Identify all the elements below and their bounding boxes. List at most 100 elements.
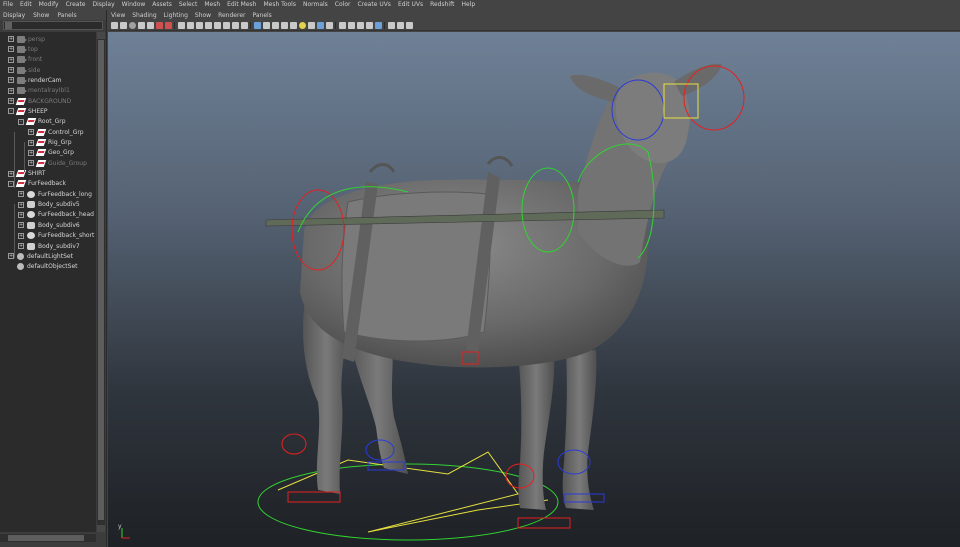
viewport-3d[interactable]: y: [108, 32, 960, 547]
panel-menu-view[interactable]: View: [111, 12, 125, 19]
menu-item-create-uvs[interactable]: Create UVs: [357, 0, 390, 10]
menu-item-display[interactable]: Display: [93, 0, 115, 10]
menu-item-color[interactable]: Color: [335, 0, 351, 10]
outliner-vertical-scrollbar[interactable]: [97, 32, 105, 532]
collapse-icon[interactable]: -: [18, 118, 24, 125]
panel-menu-panels[interactable]: Panels: [252, 12, 271, 19]
outliner-filter-field[interactable]: [3, 21, 103, 30]
expand-icon[interactable]: +: [18, 201, 24, 208]
expand-icon[interactable]: +: [18, 211, 24, 218]
expand-icon[interactable]: +: [8, 46, 14, 53]
expand-icon[interactable]: +: [8, 77, 14, 84]
toolbar-button-icon[interactable]: [406, 21, 413, 29]
menu-item-redshift[interactable]: Redshift: [430, 0, 454, 10]
menu-item-normals[interactable]: Normals: [303, 0, 328, 10]
expand-icon[interactable]: +: [28, 160, 34, 167]
expand-icon[interactable]: +: [18, 222, 24, 229]
panel-menu-lighting[interactable]: Lighting: [164, 12, 188, 19]
expand-icon[interactable]: +: [28, 149, 34, 156]
expand-icon[interactable]: +: [18, 243, 24, 249]
toolbar-button-icon[interactable]: [317, 21, 324, 29]
menu-item-file[interactable]: File: [3, 0, 13, 10]
toolbar-button-icon[interactable]: [214, 21, 221, 29]
expand-icon[interactable]: +: [8, 98, 14, 105]
panel-menu-shading[interactable]: Shading: [132, 12, 156, 19]
toolbar-button-icon[interactable]: [138, 21, 145, 29]
toolbar-button-icon[interactable]: [111, 21, 118, 29]
foot-pad-red[interactable]: [517, 517, 571, 529]
toolbar-button-icon[interactable]: [129, 21, 136, 29]
toolbar-button-icon[interactable]: [263, 21, 270, 29]
toolbar-button-icon[interactable]: [205, 21, 212, 29]
outliner-menu-display[interactable]: Display: [3, 12, 25, 19]
outliner-item[interactable]: + renderCam: [0, 75, 96, 85]
outliner-horizontal-scrollbar[interactable]: [0, 534, 96, 542]
menu-item-edit-mesh[interactable]: Edit Mesh: [227, 0, 256, 10]
outliner-item[interactable]: + front: [0, 55, 96, 65]
toolbar-button-icon[interactable]: [120, 21, 127, 29]
toolbar-button-icon[interactable]: [147, 21, 154, 29]
toolbar-button-icon[interactable]: [375, 21, 382, 29]
expand-icon[interactable]: [8, 264, 14, 270]
outliner-item[interactable]: - SHEEP: [0, 106, 96, 116]
toolbar-button-icon[interactable]: [290, 21, 297, 29]
toolbar-button-icon[interactable]: [254, 21, 261, 29]
menu-item-select[interactable]: Select: [179, 0, 198, 10]
toolbar-button-icon[interactable]: [397, 21, 404, 29]
outliner-menu-panels[interactable]: Panels: [57, 12, 76, 19]
expand-icon[interactable]: +: [18, 232, 24, 239]
toolbar-button-icon[interactable]: [326, 21, 333, 29]
toolbar-button-icon[interactable]: [241, 21, 248, 29]
toolbar-button-icon[interactable]: [366, 21, 373, 29]
menu-item-modify[interactable]: Modify: [39, 0, 59, 10]
expand-icon[interactable]: +: [8, 67, 14, 74]
filter-icon[interactable]: [5, 22, 12, 29]
menu-item-help[interactable]: Help: [461, 0, 475, 10]
toolbar-button-icon[interactable]: [281, 21, 288, 29]
toolbar-button-icon[interactable]: [299, 21, 306, 29]
toolbar-button-icon[interactable]: [357, 21, 364, 29]
expand-icon[interactable]: +: [28, 129, 34, 136]
toolbar-button-icon[interactable]: [178, 21, 185, 29]
expand-icon[interactable]: +: [28, 139, 34, 146]
toolbar-button-icon[interactable]: [272, 21, 279, 29]
foot-pad-red[interactable]: [287, 491, 341, 503]
outliner-item[interactable]: defaultObjectSet: [0, 262, 96, 272]
scroll-down-arrow-icon[interactable]: [97, 525, 105, 532]
outliner-item[interactable]: + persp: [0, 34, 96, 44]
outliner-item[interactable]: + FurFeedback_long: [0, 189, 96, 199]
menu-item-create[interactable]: Create: [66, 0, 86, 10]
toolbar-button-icon[interactable]: [388, 21, 395, 29]
outliner-item[interactable]: + top: [0, 44, 96, 54]
menu-item-assets[interactable]: Assets: [152, 0, 172, 10]
toolbar-button-icon[interactable]: [308, 21, 315, 29]
toolbar-button-icon[interactable]: [339, 21, 346, 29]
panel-menu-renderer[interactable]: Renderer: [218, 12, 245, 19]
scroll-up-arrow-icon[interactable]: [97, 32, 105, 39]
outliner-item[interactable]: + BACKGROUND: [0, 96, 96, 106]
toolbar-button-icon[interactable]: [348, 21, 355, 29]
expand-icon[interactable]: +: [8, 56, 14, 63]
expand-icon[interactable]: +: [18, 191, 24, 198]
toolbar-button-icon[interactable]: [165, 21, 172, 29]
toolbar-button-icon[interactable]: [196, 21, 203, 29]
menu-item-edit[interactable]: Edit: [20, 0, 32, 10]
toolbar-button-icon[interactable]: [223, 21, 230, 29]
toolbar-button-icon[interactable]: [187, 21, 194, 29]
foot-control-red[interactable]: [281, 433, 307, 455]
expand-icon[interactable]: +: [8, 87, 14, 94]
toolbar-button-icon[interactable]: [156, 21, 163, 29]
scrollbar-thumb[interactable]: [8, 535, 84, 541]
outliner-item[interactable]: + side: [0, 65, 96, 75]
panel-menu-show[interactable]: Show: [195, 12, 211, 19]
collapse-icon[interactable]: -: [8, 108, 14, 115]
menu-item-window[interactable]: Window: [122, 0, 146, 10]
menu-item-mesh[interactable]: Mesh: [204, 0, 220, 10]
toolbar-button-icon[interactable]: [232, 21, 239, 29]
menu-item-mesh-tools[interactable]: Mesh Tools: [263, 0, 295, 10]
outliner-menu-show[interactable]: Show: [33, 12, 49, 19]
scrollbar-thumb[interactable]: [98, 40, 104, 520]
outliner-item[interactable]: + mentalrayIbl1: [0, 86, 96, 96]
outliner-item[interactable]: - Root_Grp: [0, 117, 96, 127]
menu-item-edit-uvs[interactable]: Edit UVs: [398, 0, 423, 10]
